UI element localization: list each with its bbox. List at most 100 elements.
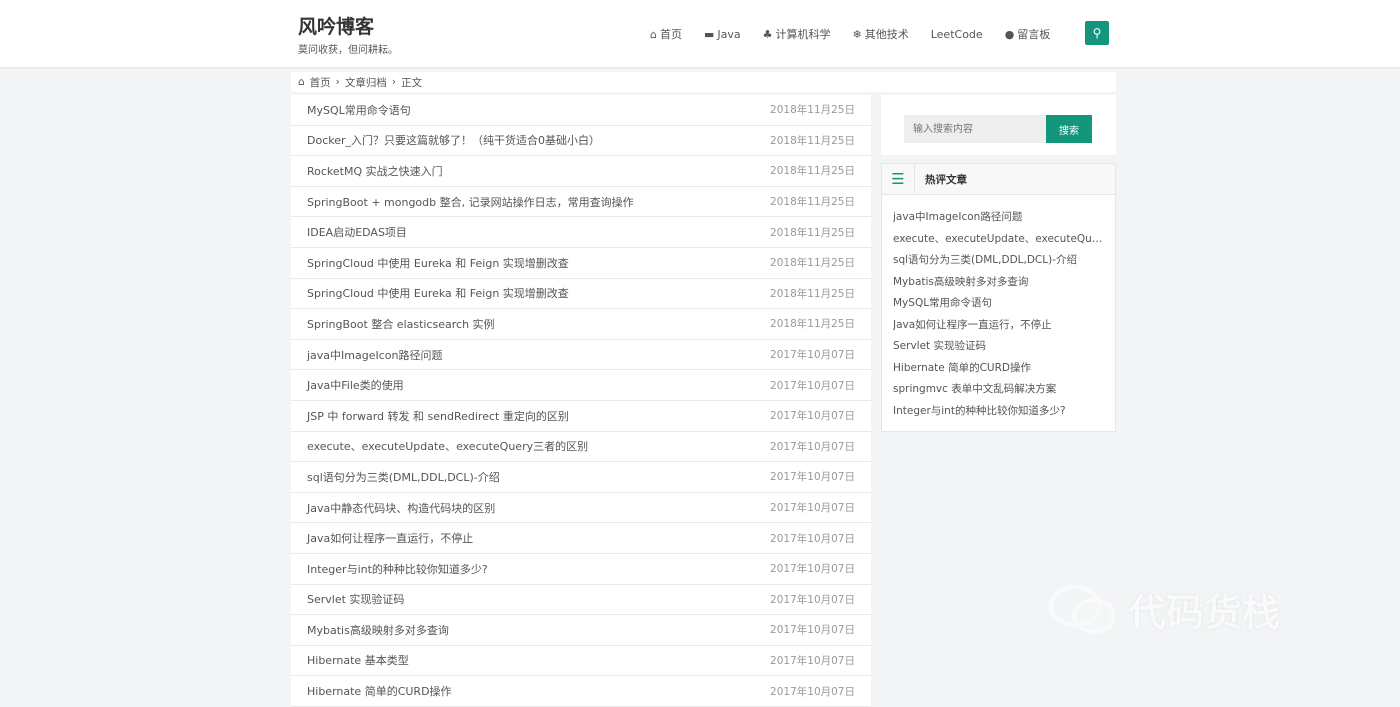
article-row[interactable]: Java中静态代码块、构造代码块的区别 2017年10月07日 — [291, 493, 871, 524]
article-title[interactable]: Java如何让程序一直运行，不停止 — [307, 530, 473, 546]
site-logo[interactable]: 风吟博客 莫问收获，但问耕耘。 — [298, 12, 398, 56]
article-row[interactable]: SpringCloud 中使用 Eureka 和 Feign 实现增删改查 201… — [291, 248, 871, 279]
article-title[interactable]: Java中静态代码块、构造代码块的区别 — [307, 500, 495, 516]
hot-article-link[interactable]: Servlet 实现验证码 — [893, 336, 1105, 358]
site-header: 风吟博客 莫问收获，但问耕耘。 ⌂ 首页 ▬ Java ♣ 计算机科学 ❄ 其他技术 LeetC… — [0, 0, 1400, 67]
article-date: 2017年10月07日 — [770, 624, 855, 637]
breadcrumb-archive[interactable]: 文章归档 — [345, 75, 387, 90]
article-date: 2017年10月07日 — [770, 379, 855, 392]
article-title[interactable]: Mybatis高级映射多对多查询 — [307, 622, 449, 638]
nav-item-label: 其他技术 — [864, 28, 909, 41]
article-date: 2017年10月07日 — [770, 440, 855, 453]
watermark: 代码货栈 — [1048, 582, 1280, 637]
article-title[interactable]: SpringBoot + mongodb 整合, 记录网站操作日志，常用查询操作 — [307, 194, 634, 210]
article-row[interactable]: Mybatis高级映射多对多查询 2017年10月07日 — [291, 615, 871, 646]
article-row[interactable]: RocketMQ 实战之快速入门 2018年11月25日 — [291, 156, 871, 187]
article-list: MySQL常用命令语句 2018年11月25日 Docker_入门？只要这篇就够了！… — [291, 95, 871, 707]
search-icon: ⚲ — [1092, 26, 1102, 40]
breadcrumb-separator: › — [391, 76, 397, 88]
hot-article-link[interactable]: Java如何让程序一直运行，不停止 — [893, 315, 1105, 337]
search-widget: 搜索 — [881, 95, 1116, 155]
article-row[interactable]: Java如何让程序一直运行，不停止 2017年10月07日 — [291, 523, 871, 554]
nav-item[interactable]: ● 留言板 — [1005, 26, 1051, 42]
article-row[interactable]: Hibernate 简单的CURD操作 2017年10月07日 — [291, 676, 871, 707]
article-row[interactable]: SpringCloud 中使用 Eureka 和 Feign 实现增删改查 201… — [291, 279, 871, 310]
article-title[interactable]: java中ImageIcon路径问题 — [307, 347, 443, 363]
article-title[interactable]: MySQL常用命令语句 — [307, 102, 411, 118]
article-title[interactable]: Integer与int的种种比较你知道多少? — [307, 561, 488, 577]
article-row[interactable]: execute、executeUpdate、executeQuery三者的区别 2… — [291, 432, 871, 463]
article-date: 2018年11月25日 — [770, 287, 855, 300]
article-title[interactable]: IDEA启动EDAS项目 — [307, 224, 407, 240]
hot-article-link[interactable]: Integer与int的种种比较你知道多少? — [893, 401, 1105, 423]
hot-article-link[interactable]: MySQL常用命令语句 — [893, 293, 1105, 315]
breadcrumb-separator: › — [335, 76, 340, 88]
nav-item-label: 留言板 — [1017, 28, 1051, 41]
article-date: 2018年11月25日 — [770, 104, 855, 117]
main-nav: ⌂ 首页 ▬ Java ♣ 计算机科学 ❄ 其他技术 LeetCode ● 留言板 — [650, 22, 1072, 46]
search-toggle-button[interactable]: ⚲ — [1085, 21, 1109, 45]
article-row[interactable]: Servlet 实现验证码 2017年10月07日 — [291, 585, 871, 616]
article-title[interactable]: JSP 中 forward 转发 和 sendRedirect 重定向的区别 — [307, 408, 569, 424]
snowflake-icon: ❄ — [852, 27, 862, 41]
nav-item[interactable]: ♣ 计算机科学 — [763, 26, 831, 42]
nav-item-label: LeetCode — [930, 27, 983, 41]
article-title[interactable]: Docker_入门？只要这篇就够了！（纯干货适合0基础小白） — [307, 132, 600, 148]
article-date: 2017年10月07日 — [770, 654, 855, 667]
breadcrumb-current: 正文 — [401, 76, 423, 89]
article-row[interactable]: MySQL常用命令语句 2018年11月25日 — [291, 95, 871, 126]
breadcrumb-home[interactable]: 首页 — [310, 75, 331, 90]
hot-article-link[interactable]: execute、executeUpdate、executeQuery三者的区别 — [893, 229, 1105, 251]
article-title[interactable]: SpringCloud 中使用 Eureka 和 Feign 实现增删改查 — [307, 285, 569, 301]
article-title[interactable]: SpringBoot 整合 elasticsearch 实例 — [307, 316, 495, 332]
article-row[interactable]: SpringBoot 整合 elasticsearch 实例 2018年11月25… — [291, 309, 871, 340]
article-title[interactable]: Servlet 实现验证码 — [307, 591, 404, 607]
nav-item-label: 首页 — [659, 28, 682, 41]
hot-article-link[interactable]: Mybatis高级映射多对多查询 — [893, 272, 1105, 294]
nav-item[interactable]: ▬ Java — [704, 28, 741, 41]
article-row[interactable]: sql语句分为三类(DML,DDL,DCL)-介绍 2017年10月07日 — [291, 462, 871, 493]
article-title[interactable]: Java中File类的使用 — [307, 377, 404, 393]
comment-icon: ● — [1004, 27, 1015, 41]
watermark-text: 代码货栈 — [1128, 591, 1281, 635]
nav-item[interactable]: LeetCode — [931, 28, 983, 41]
search-button[interactable]: 搜索 — [1046, 115, 1092, 143]
article-row[interactable]: IDEA启动EDAS项目 2018年11月25日 — [291, 217, 871, 248]
hot-article-link[interactable]: springmvc 表单中文乱码解决方案 — [893, 379, 1105, 401]
article-row[interactable]: Integer与int的种种比较你知道多少? 2017年10月07日 — [291, 554, 871, 585]
article-date: 2017年10月07日 — [770, 471, 855, 484]
nav-item[interactable]: ❄ 其他技术 — [853, 26, 909, 42]
hot-article-link[interactable]: Hibernate 简单的CURD操作 — [893, 358, 1105, 380]
home-icon: ⌂ — [298, 76, 305, 88]
hot-article-link[interactable]: java中ImageIcon路径问题 — [893, 207, 1105, 229]
article-row[interactable]: Hibernate 基本类型 2017年10月07日 — [291, 646, 871, 677]
breadcrumb: ⌂ 首页 › 文章归档 › 正文 — [291, 72, 1116, 92]
article-date: 2017年10月07日 — [770, 563, 855, 576]
article-title[interactable]: RocketMQ 实战之快速入门 — [307, 163, 443, 179]
article-date: 2018年11月25日 — [770, 257, 855, 270]
article-title[interactable]: Hibernate 简单的CURD操作 — [307, 683, 452, 699]
article-date: 2018年11月25日 — [770, 318, 855, 331]
widget-header: ☰ 热评文章 — [882, 163, 1115, 195]
hot-article-link[interactable]: sql语句分为三类(DML,DDL,DCL)-介绍 — [893, 250, 1105, 272]
article-row[interactable]: SpringBoot + mongodb 整合, 记录网站操作日志，常用查询操作… — [291, 187, 871, 218]
article-date: 2018年11月25日 — [770, 134, 855, 147]
article-row[interactable]: Java中File类的使用 2017年10月07日 — [291, 370, 871, 401]
article-title[interactable]: SpringCloud 中使用 Eureka 和 Feign 实现增删改查 — [307, 255, 569, 271]
article-row[interactable]: Docker_入门？只要这篇就够了！（纯干货适合0基础小白） 2018年11月25… — [291, 126, 871, 157]
site-title[interactable]: 风吟博客 — [298, 12, 398, 39]
article-row[interactable]: JSP 中 forward 转发 和 sendRedirect 重定向的区别 20… — [291, 401, 871, 432]
site-subtitle: 莫问收获，但问耕耘。 — [298, 45, 398, 56]
wechat-logo-icon — [1049, 584, 1116, 634]
book-icon: ▬ — [703, 27, 715, 41]
nav-item[interactable]: ⌂ 首页 — [650, 26, 682, 42]
article-date: 2018年11月25日 — [770, 165, 855, 178]
article-date: 2018年11月25日 — [770, 196, 855, 209]
article-title[interactable]: execute、executeUpdate、executeQuery三者的区别 — [307, 438, 588, 454]
article-title[interactable]: sql语句分为三类(DML,DDL,DCL)-介绍 — [307, 469, 500, 485]
home-icon: ⌂ — [650, 27, 657, 41]
article-date: 2017年10月07日 — [770, 685, 855, 698]
search-input[interactable] — [904, 115, 1046, 143]
article-title[interactable]: Hibernate 基本类型 — [307, 652, 409, 668]
article-row[interactable]: java中ImageIcon路径问题 2017年10月07日 — [291, 340, 871, 371]
